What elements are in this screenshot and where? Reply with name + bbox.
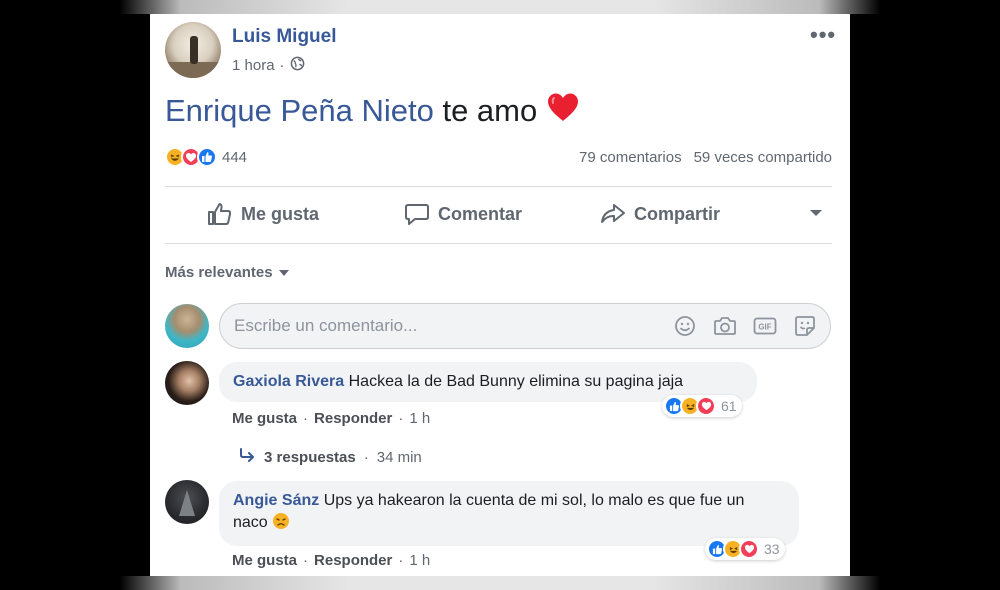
replies-time: 34 min: [376, 448, 422, 466]
comment-button-label: Comentar: [438, 203, 523, 224]
like-reaction-icon: [197, 147, 217, 167]
comment-reactions[interactable]: 61: [662, 395, 742, 417]
love-reaction-icon: [739, 539, 759, 559]
commenter-name[interactable]: Gaxiola Rivera: [233, 373, 344, 390]
comment-sort-dropdown[interactable]: Más relevantes: [165, 264, 289, 281]
emoji-icon[interactable]: [672, 313, 698, 339]
facebook-post-card: Luis Miguel 1 hora · ••• Enrique Peña Ni…: [150, 14, 850, 576]
heart-emoji-icon: [546, 92, 580, 130]
share-arrow-icon: [600, 202, 626, 226]
comment-reply-link[interactable]: Responder: [314, 410, 392, 427]
comment-like-link[interactable]: Me gusta: [232, 410, 297, 427]
replies-count-link[interactable]: 3 respuestas: [264, 449, 356, 466]
globe-icon: [290, 56, 305, 75]
author-avatar[interactable]: [165, 22, 221, 78]
reaction-summary[interactable]: 444: [165, 147, 247, 167]
comment-like-link[interactable]: Me gusta: [232, 552, 297, 569]
comment-bubble-icon: [404, 202, 430, 226]
comments-count-link[interactable]: 79 comentarios: [579, 149, 682, 166]
commenter-name[interactable]: Angie Sánz: [233, 492, 319, 509]
share-button-label: Compartir: [634, 203, 721, 224]
gif-icon[interactable]: GIF: [752, 313, 778, 339]
view-replies[interactable]: 3 respuestas · 34 min: [238, 448, 422, 466]
post-mention-link[interactable]: Enrique Peña Nieto: [165, 93, 434, 128]
caret-down-icon: [278, 264, 289, 281]
camera-icon[interactable]: [712, 313, 738, 339]
comment-input[interactable]: [234, 316, 672, 336]
reply-arrow-icon: [238, 448, 256, 466]
love-reaction-icon: [696, 396, 716, 416]
post-time[interactable]: 1 hora: [232, 57, 275, 74]
action-bar: Me gusta Comentar Compartir: [165, 198, 832, 230]
post-counts: 79 comentarios 59 veces compartido: [579, 149, 832, 166]
post-body-text: te amo: [442, 93, 538, 128]
like-button[interactable]: Me gusta: [207, 202, 319, 226]
meta-separator: ·: [279, 57, 285, 74]
thumbs-up-icon: [207, 202, 233, 226]
comment-text: Hackea la de Bad Bunny elimina su pagina…: [348, 373, 684, 390]
like-button-label: Me gusta: [241, 203, 320, 224]
share-dropdown-caret-icon[interactable]: [809, 205, 823, 223]
svg-text:GIF: GIF: [758, 323, 771, 332]
reaction-count: 444: [222, 148, 248, 166]
post-meta: 1 hora ·: [232, 56, 305, 75]
comment-composer[interactable]: GIF: [219, 303, 831, 349]
disappointed-emoji-icon: [272, 512, 290, 537]
divider-top: [165, 186, 832, 187]
sort-label: Más relevantes: [165, 264, 273, 281]
shares-count-link[interactable]: 59 veces compartido: [694, 149, 832, 166]
commenter-avatar[interactable]: [165, 480, 209, 524]
comment-actions: Me gusta · Responder · 1 h: [232, 552, 431, 569]
share-button[interactable]: Compartir: [600, 202, 720, 226]
comment-reaction-count: 33: [764, 541, 780, 557]
commenter-avatar[interactable]: [165, 361, 209, 405]
comment-reaction-count: 61: [721, 398, 737, 414]
comment-actions: Me gusta · Responder · 1 h: [232, 410, 431, 427]
photo-top-edge: [120, 0, 880, 14]
photo-bottom-edge: [120, 576, 880, 590]
comment-reactions[interactable]: 33: [705, 538, 785, 560]
post-text: Enrique Peña Nieto te amo: [165, 92, 580, 130]
sticker-icon[interactable]: [792, 313, 818, 339]
comment-bubble: Angie Sánz Ups ya hakearon la cuenta de …: [219, 481, 799, 546]
comment-reply-link[interactable]: Responder: [314, 552, 392, 569]
divider-bottom: [165, 243, 832, 244]
more-options-icon[interactable]: •••: [810, 22, 836, 48]
current-user-avatar[interactable]: [165, 304, 209, 348]
composer-icons: GIF: [672, 313, 818, 339]
comment-button[interactable]: Comentar: [404, 202, 522, 226]
comment-time[interactable]: 1 h: [409, 552, 430, 569]
author-name[interactable]: Luis Miguel: [232, 26, 337, 48]
comment-time[interactable]: 1 h: [409, 410, 430, 427]
